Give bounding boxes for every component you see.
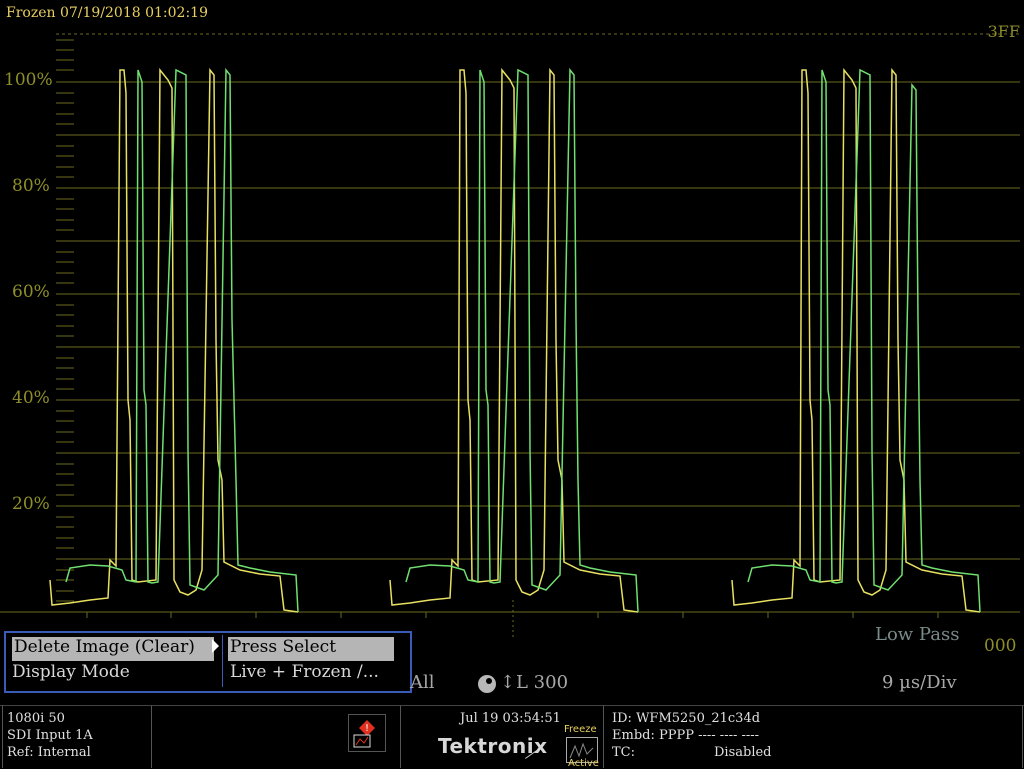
active-label: Active <box>568 758 599 769</box>
device-id: ID: WFM5250_21c34d <box>612 711 761 726</box>
waveform-display <box>0 33 1020 640</box>
input-source: SDI Input 1A <box>7 728 93 743</box>
menu-value-display-mode[interactable]: Live + Frozen /... <box>230 662 379 686</box>
status-bar: 1080i 50 SDI Input 1A Ref: Internal ! Ju… <box>0 705 1024 769</box>
video-format: 1080i 50 <box>7 711 65 726</box>
trace-live-3 <box>731 67 981 613</box>
reference-source: Ref: Internal <box>7 745 91 760</box>
trace-live-2 <box>389 67 639 613</box>
graticule-lines <box>0 81 1020 613</box>
menu-divider <box>222 635 223 687</box>
trace-frozen-2 <box>405 67 639 613</box>
filter-label: Low Pass <box>875 624 960 645</box>
embedded-audio-status: Embd: PPPP ---- ---- ---- <box>612 728 760 743</box>
graticule-ticks <box>56 39 74 602</box>
system-datetime: Jul 19 03:54:51 <box>460 711 561 726</box>
freeze-label: Freeze <box>564 724 597 735</box>
alarm-cell: ! <box>151 706 401 768</box>
channel-readout: All <box>410 672 435 693</box>
line-arrow-icon: ↕ <box>500 672 516 693</box>
alarm-warning-icon[interactable]: ! <box>348 714 386 752</box>
label-100: 100% <box>4 70 53 90</box>
trace-group-2 <box>389 67 639 613</box>
trace-live-1 <box>49 67 299 613</box>
submenu-arrow-icon <box>212 639 219 653</box>
label-20: 20% <box>12 494 50 514</box>
sweep-readout: 9 µs/Div <box>882 672 957 693</box>
input-status-cell: 1080i 50 SDI Input 1A Ref: Internal <box>2 706 152 768</box>
svg-text:!: ! <box>365 723 369 734</box>
line-select-icon[interactable] <box>478 675 496 693</box>
timecode-value: Disabled <box>714 745 772 760</box>
label-60: 60% <box>12 282 50 302</box>
id-status-cell: ID: WFM5250_21c34d Embd: PPPP ---- ---- … <box>603 706 1023 768</box>
trace-group-3 <box>731 67 981 613</box>
menu-item-display-mode[interactable]: Display Mode <box>12 662 130 686</box>
trace-frozen-3 <box>747 68 981 613</box>
timecode-label: TC: <box>612 745 635 760</box>
label-80: 80% <box>12 176 50 196</box>
menu-value-press-select[interactable]: Press Select <box>228 637 394 661</box>
trace-frozen-1 <box>65 67 299 613</box>
trace-group-1 <box>49 67 299 613</box>
label-40: 40% <box>12 388 50 408</box>
bottom-scale-label: 000 <box>984 636 1017 656</box>
line-readout: L 300 <box>516 672 569 693</box>
menu-item-delete-image[interactable]: Delete Image (Clear) <box>12 637 214 661</box>
display-menu[interactable]: Delete Image (Clear) Press Select Displa… <box>4 631 412 693</box>
